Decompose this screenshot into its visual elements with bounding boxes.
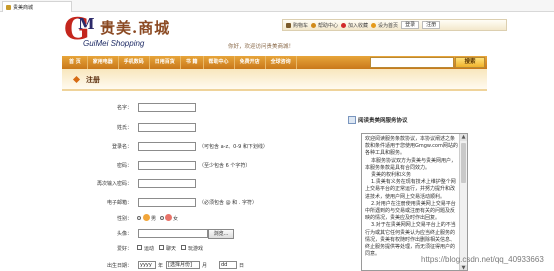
browse-button[interactable]: 浏览... xyxy=(208,229,234,239)
login-name-hint: （可包含 a-z、0-9 和下划线） xyxy=(199,144,268,150)
nav-item-appliances[interactable]: 家用电器 xyxy=(88,56,119,69)
agreement-paragraph: 3.对于在贵美网网上交易平台上的不当行为或其它任何贵美认为应当终止服务的情况，贵… xyxy=(365,222,456,258)
set-homepage-link[interactable]: 设为首页 xyxy=(371,22,398,29)
scroll-up-arrow-icon[interactable]: ▲ xyxy=(460,134,467,141)
hobby-chat-label: 聊天 xyxy=(166,246,177,252)
search-input[interactable] xyxy=(370,57,454,68)
confirm-password-field[interactable] xyxy=(138,179,196,188)
email-field[interactable] xyxy=(138,198,196,207)
confirm-password-label: 再次输入密码： xyxy=(96,181,132,187)
help-icon xyxy=(311,22,317,28)
avatar-label: 头像： xyxy=(116,231,132,237)
register-button[interactable]: 注册 xyxy=(422,21,441,29)
nav-item-open-store[interactable]: 免费开店 xyxy=(235,56,266,69)
password-label: 密码： xyxy=(116,163,132,169)
set-homepage-link-label: 设为首页 xyxy=(378,22,399,29)
birth-day-unit: 日 xyxy=(239,263,245,269)
cart-link-label: 购物车 xyxy=(293,22,309,29)
nav-item-home[interactable]: 首 页 xyxy=(62,56,88,69)
password-hint: （至少包含 6 个字符） xyxy=(199,163,251,169)
top-links-bar: 购物车 帮助中心 加入收藏 设为首页 登录 注册 xyxy=(282,19,507,31)
male-avatar-icon xyxy=(143,214,150,221)
hobby-chat-checkbox[interactable] xyxy=(159,245,164,250)
agreement-text: 欢迎阅读服务条款协议，本协议阐述之条款和条件适用于您使用Gmgw.com网站的各… xyxy=(365,136,458,258)
female-avatar-icon xyxy=(165,214,172,221)
gender-female-label: 女 xyxy=(173,216,179,222)
nav-item-global-inquiry[interactable]: 全球咨询 xyxy=(266,56,297,69)
logo-english-name: GuiMei Shopping xyxy=(83,39,145,48)
last-name-field[interactable] xyxy=(138,123,196,132)
register-banner: 注册 xyxy=(62,69,487,91)
cart-link[interactable]: 购物车 xyxy=(286,22,308,29)
search-button[interactable]: 搜索 xyxy=(455,57,485,68)
agreement-paragraph: 2.对用户在注册使用贵美网上交易平台中所遇到的与交易或注册有关的问题及反映的情况… xyxy=(365,200,456,222)
add-favorite-link-label: 加入收藏 xyxy=(348,22,369,29)
birth-year-field[interactable]: yyyy xyxy=(138,261,156,269)
login-name-label: 登录名： xyxy=(111,144,132,150)
nav-item-daily-goods[interactable]: 日用百货 xyxy=(150,56,181,69)
agreement-paragraph: 本服务协议双方为贵美与贵美网用户，本服务条款是具有合同效力。 xyxy=(365,157,457,171)
agreement-header: 阅读贵美网服务协议 xyxy=(348,115,448,125)
agreement-paragraph: 1.贵美有义务在现有技术上维护整个网上交易平台的正常运行，并努力提升和改进技术，… xyxy=(365,179,456,200)
logo-chinese-name: 贵美.商城 xyxy=(100,19,171,37)
gender-label: 性别： xyxy=(116,216,132,222)
hobby-label: 爱好： xyxy=(116,246,132,252)
hobby-games-checkbox[interactable] xyxy=(181,245,186,250)
nav-item-digital[interactable]: 手机数码 xyxy=(119,56,150,69)
agreement-textarea[interactable]: 欢迎阅读服务条款协议，本协议阐述之条款和条件适用于您使用Gmgw.com网站的各… xyxy=(361,133,468,271)
register-title: 注册 xyxy=(86,76,100,84)
watermark-url: https://blog.csdn.net/qq_40933663 xyxy=(421,255,544,264)
nav-item-books[interactable]: 书 籍 xyxy=(181,56,204,69)
gender-male-label: 男 xyxy=(151,216,157,222)
hobby-games-label: 玩游戏 xyxy=(188,246,204,252)
document-icon xyxy=(348,116,356,124)
birth-month-unit: 月 xyxy=(202,263,208,269)
help-center-link[interactable]: 帮助中心 xyxy=(311,22,338,29)
favicon-icon xyxy=(6,4,11,10)
hobby-sport-label: 运动 xyxy=(144,246,155,252)
cart-icon xyxy=(286,22,291,28)
password-field[interactable] xyxy=(138,161,196,170)
hobby-sport-checkbox[interactable] xyxy=(137,245,142,250)
first-name-label: 名字： xyxy=(116,105,132,111)
nav-item-help[interactable]: 帮助中心 xyxy=(204,56,235,69)
logo-letter-m: M xyxy=(78,15,95,33)
scroll-down-arrow-icon[interactable]: ▼ xyxy=(460,265,467,270)
browser-tab-bar: 贵美商城 xyxy=(0,0,554,12)
gender-female-radio[interactable] xyxy=(160,216,164,220)
first-name-field[interactable] xyxy=(138,103,196,112)
agreement-title: 阅读贵美网服务协议 xyxy=(358,118,408,124)
browser-tab-title: 贵美商城 xyxy=(13,4,34,11)
birth-month-select[interactable]: [选择月份] xyxy=(166,261,200,269)
add-favorite-link[interactable]: 加入收藏 xyxy=(341,22,368,29)
site-logo[interactable]: G M 贵美.商城 GuiMei Shopping xyxy=(64,13,214,51)
gender-male-radio[interactable] xyxy=(137,216,141,220)
agreement-scrollbar[interactable]: ▲ ▼ xyxy=(459,134,467,270)
birth-year-unit: 年 xyxy=(158,263,164,269)
email-hint: （必须包含 @ 和 . 字符） xyxy=(199,200,257,206)
login-button[interactable]: 登录 xyxy=(401,21,420,29)
welcome-slogan: 你好，欢迎访问贵美商城！ xyxy=(228,44,295,50)
scroll-thumb[interactable] xyxy=(461,143,466,183)
birthday-label: 出生日期： xyxy=(106,263,132,269)
help-center-link-label: 帮助中心 xyxy=(318,22,339,29)
browser-tab[interactable]: 贵美商城 xyxy=(2,1,72,12)
heart-icon xyxy=(341,22,347,28)
home-icon xyxy=(371,22,377,28)
email-label: 电子邮箱： xyxy=(106,200,132,206)
bullet-icon xyxy=(72,75,81,84)
agreement-paragraph: 欢迎阅读服务条款协议，本协议阐述之条款和条件适用于您使用Gmgw.com网站的各… xyxy=(365,136,458,157)
avatar-file-field[interactable] xyxy=(138,229,208,238)
birth-day-field[interactable]: dd xyxy=(219,261,237,269)
login-name-field[interactable] xyxy=(138,142,196,151)
last-name-label: 姓氏： xyxy=(116,125,132,131)
